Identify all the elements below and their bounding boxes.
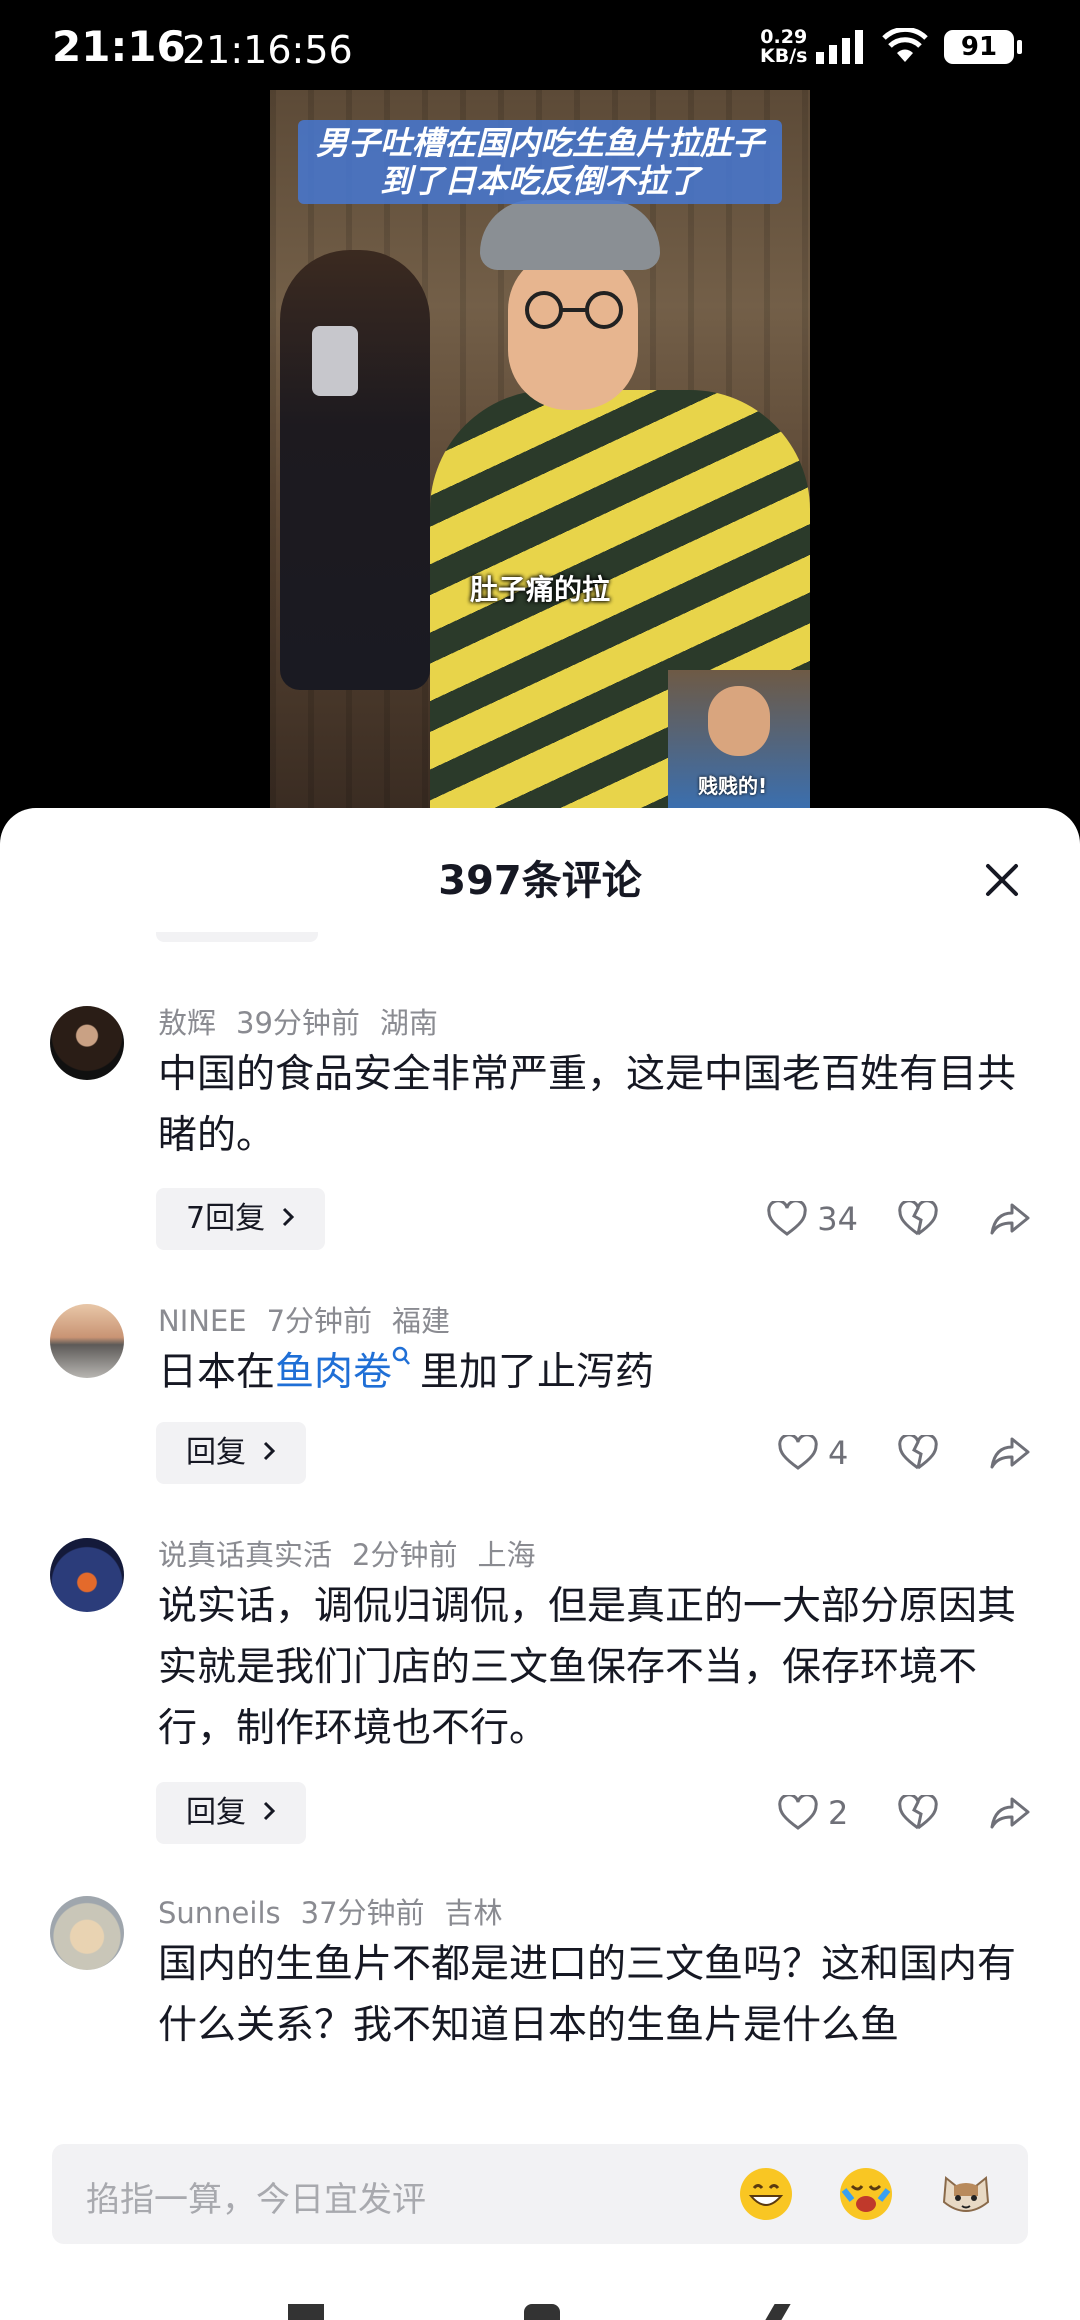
like-button[interactable]: 4: [778, 1434, 868, 1472]
network-speed-unit: KB/s: [760, 45, 808, 67]
video-caption: 男子吐槽在国内吃生鱼片拉肚子 到了日本吃反倒不拉了: [298, 120, 782, 204]
video-person-left: [280, 250, 430, 690]
network-speed: 0.29 KB/s: [760, 28, 807, 66]
status-bar: 21:16 21:16:56 0.29 KB/s 91: [0, 0, 1080, 90]
comment-time: 7分钟前: [266, 1304, 373, 1338]
comment-username[interactable]: NINEE: [158, 1304, 247, 1338]
comment-time: 39分钟前: [236, 1006, 360, 1040]
comment-text-before: 日本在: [158, 1350, 276, 1395]
share-icon: [990, 1203, 1030, 1235]
heart-icon: [778, 1435, 818, 1470]
previous-reply-stub: [156, 932, 318, 942]
comment-actions: 34: [767, 1188, 1030, 1250]
reply-label: 回复: [186, 1435, 246, 1470]
comment-input-placeholder: 掐指一算，今日宜发评: [86, 2180, 426, 2220]
video-person-face: [508, 250, 638, 410]
avatar[interactable]: [50, 1538, 124, 1612]
like-count: 2: [828, 1794, 849, 1832]
comment-actions: 4: [778, 1422, 1030, 1484]
comment-input[interactable]: 掐指一算，今日宜发评: [52, 2144, 1028, 2244]
video-caption-line2: 到了日本吃反倒不拉了: [379, 162, 700, 200]
grin-emoji-icon[interactable]: [738, 2166, 794, 2222]
cat-emoji-icon[interactable]: [938, 2166, 994, 2222]
comment-text[interactable]: 中国的食品安全非常严重，这是中国老百姓有目共睹的。: [158, 1044, 1018, 1166]
avatar[interactable]: [50, 1896, 124, 1970]
comment-time: 37分钟前: [300, 1896, 425, 1930]
dislike-button[interactable]: [898, 1201, 938, 1237]
chevron-right-icon: [263, 1801, 275, 1821]
like-button[interactable]: 2: [778, 1794, 868, 1832]
like-button[interactable]: 34: [767, 1200, 858, 1238]
video-pip-text: 贱贱的!: [698, 774, 768, 798]
dislike-button[interactable]: [898, 1795, 938, 1831]
comment-meta: 敖辉 39分钟前 湖南: [158, 1000, 458, 1042]
search-icon[interactable]: [392, 1346, 412, 1368]
comment-location: 福建: [392, 1304, 451, 1338]
battery-indicator: 91: [944, 30, 1022, 64]
heart-icon: [778, 1795, 818, 1830]
heart-icon: [767, 1201, 807, 1236]
view-replies-button[interactable]: 7回复: [156, 1188, 325, 1250]
status-time-seconds: 21:16:56: [182, 28, 353, 72]
comment-username[interactable]: 敖辉: [158, 1006, 216, 1040]
comment-username[interactable]: 说真话真实活: [158, 1538, 332, 1572]
comment-text[interactable]: 日本在鱼肉卷 里加了止泻药: [158, 1342, 1018, 1403]
broken-heart-icon: [898, 1201, 938, 1236]
signal-icon: [816, 30, 863, 64]
like-count: 4: [828, 1434, 849, 1472]
search-link[interactable]: 鱼肉卷: [275, 1350, 392, 1395]
like-count: 34: [817, 1200, 858, 1238]
comment-location: 吉林: [444, 1896, 503, 1930]
nav-menu-hint: [288, 2304, 324, 2320]
video-phone: [312, 326, 358, 396]
reply-label: 回复: [186, 1795, 246, 1830]
comment-meta: NINEE 7分钟前 福建: [158, 1298, 470, 1340]
avatar[interactable]: [50, 1304, 124, 1378]
comment-text-after: 里加了止泻药: [420, 1350, 655, 1395]
comment-username[interactable]: Sunneils: [158, 1896, 281, 1930]
nav-home-hint: [524, 2304, 560, 2320]
comment-text[interactable]: 说实话，调侃归调侃，但是真正的一大部分原因其实就是我们门店的三文鱼保存不当，保存…: [158, 1576, 1018, 1759]
status-time: 21:16: [52, 22, 186, 71]
broken-heart-icon: [898, 1795, 938, 1830]
broken-heart-icon: [898, 1435, 938, 1470]
reply-label: 7回复: [186, 1201, 266, 1236]
dislike-button[interactable]: [898, 1435, 938, 1471]
video-caption-line1: 男子吐槽在国内吃生鱼片拉肚子: [315, 124, 764, 162]
video-subtitle: 肚子痛的拉: [470, 573, 611, 606]
video-pip-overlay: 贱贱的!: [668, 670, 810, 810]
comment-meta: 说真话真实活 2分钟前 上海: [158, 1532, 555, 1574]
share-button[interactable]: [990, 1201, 1030, 1237]
video-player[interactable]: 男子吐槽在国内吃生鱼片拉肚子 到了日本吃反倒不拉了 肚子痛的拉 贱贱的!: [270, 90, 810, 810]
comment-meta: Sunneils 37分钟前 吉林: [158, 1890, 523, 1932]
comment-time: 2分钟前: [352, 1538, 458, 1572]
nav-back-hint: [765, 2304, 791, 2320]
chevron-right-icon: [263, 1441, 275, 1461]
comments-title: 397条评论: [438, 858, 642, 904]
comment-text[interactable]: 国内的生鱼片不都是进口的三文鱼吗？这和国内有什么关系？我不知道日本的生鱼片是什么…: [158, 1934, 1018, 2056]
video-glasses: [525, 291, 623, 329]
wifi-icon: [882, 28, 928, 62]
comments-sheet: 397条评论 敖辉 39分钟前 湖南 中国的食品安全非常严重，这是中国老百姓有目共睹…: [0, 808, 1080, 2320]
video-person-hat: [480, 200, 660, 270]
chevron-right-icon: [282, 1207, 294, 1227]
share-icon: [990, 1437, 1030, 1469]
crying-laugh-emoji-icon[interactable]: [838, 2166, 894, 2222]
close-icon[interactable]: [980, 858, 1024, 902]
comment-location: 湖南: [379, 1006, 438, 1040]
comment-actions: 2: [778, 1782, 1030, 1844]
video-pip-face: [708, 686, 770, 756]
reply-button[interactable]: 回复: [156, 1422, 306, 1484]
avatar[interactable]: [50, 1006, 124, 1080]
share-button[interactable]: [990, 1435, 1030, 1471]
share-icon: [990, 1797, 1030, 1829]
comment-location: 上海: [477, 1538, 536, 1572]
reply-button[interactable]: 回复: [156, 1782, 306, 1844]
share-button[interactable]: [990, 1795, 1030, 1831]
